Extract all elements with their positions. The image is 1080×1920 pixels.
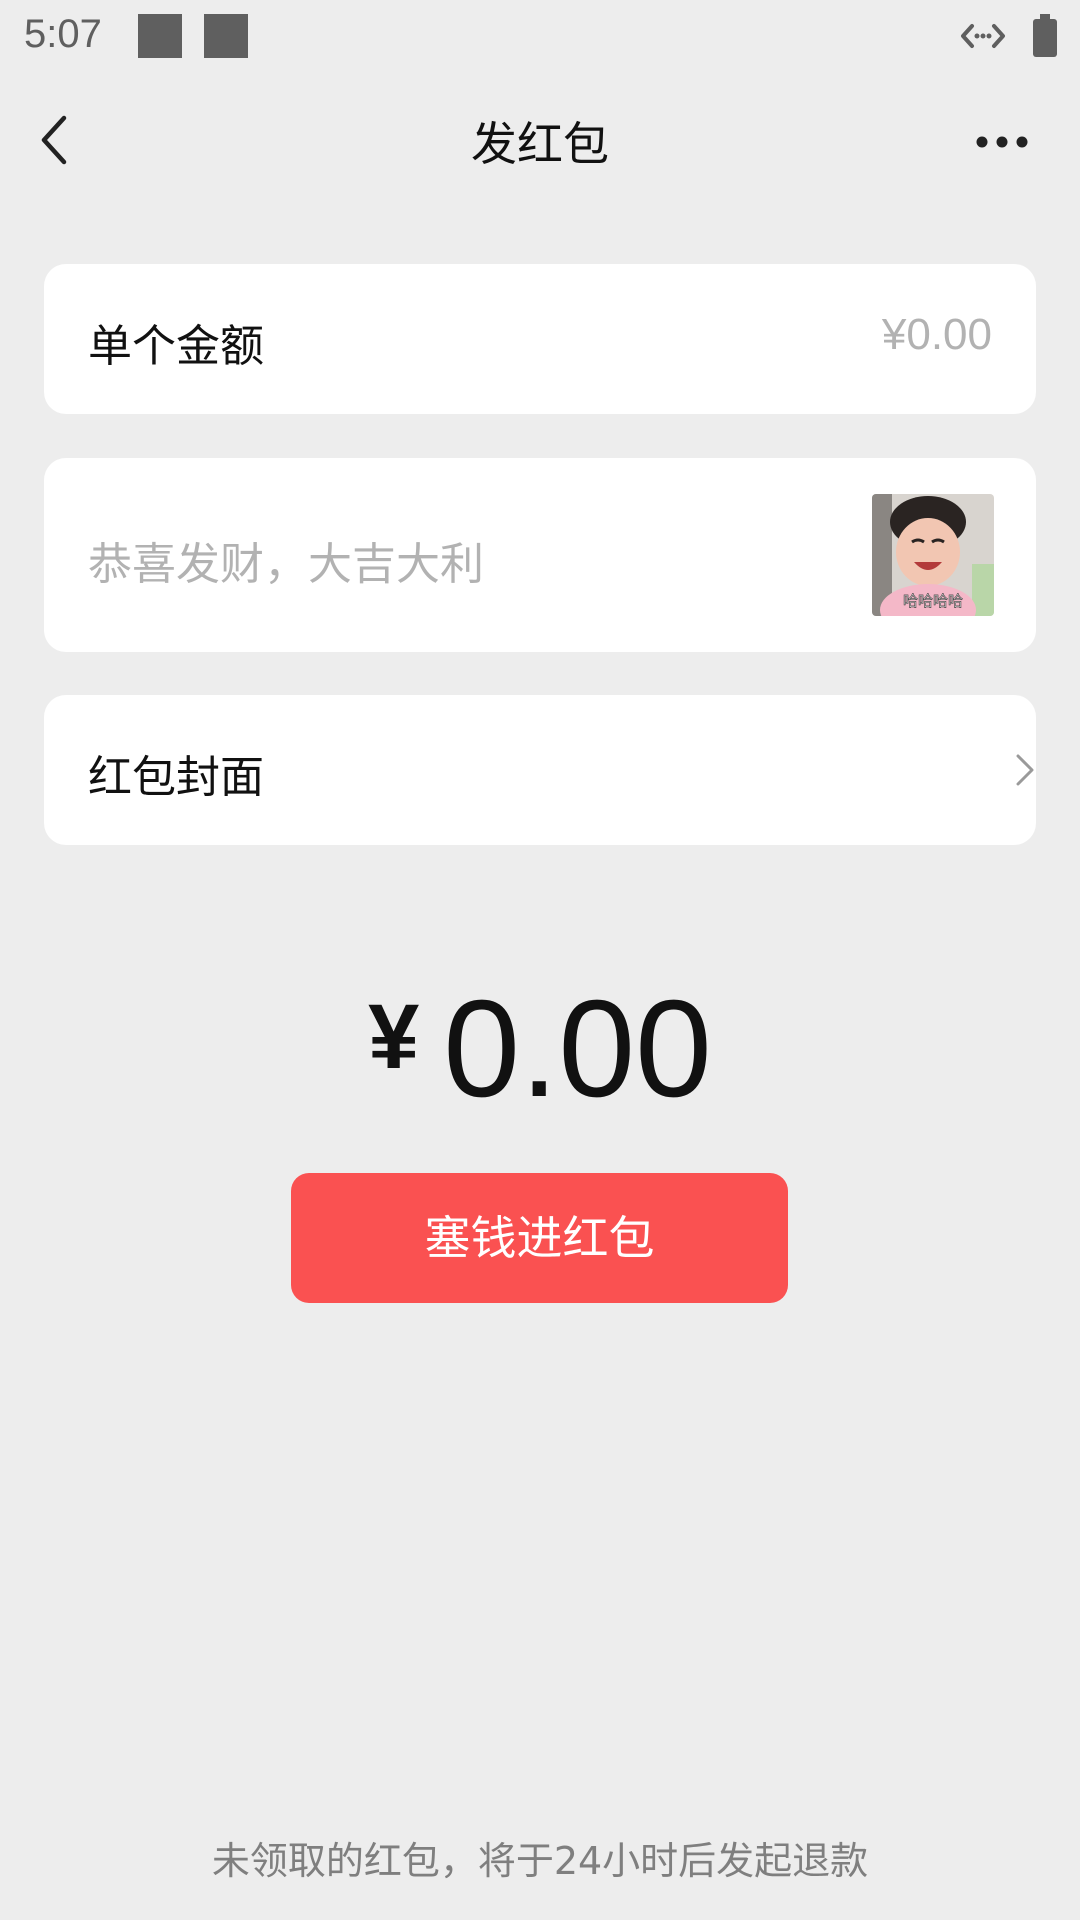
total-amount: ¥0.00 (0, 970, 1080, 1129)
cover-card[interactable]: 红包封面 (44, 695, 1036, 845)
greeting-card: 恭喜发财，大吉大利 哈哈哈哈 (44, 458, 1036, 652)
amount-input[interactable]: ¥0.00 (882, 310, 992, 360)
send-red-packet-button[interactable]: 塞钱进红包 (291, 1173, 788, 1303)
greeting-input[interactable]: 恭喜发财，大吉大利 (88, 528, 484, 592)
sticker-image: 哈哈哈哈 (872, 494, 994, 616)
total-value: 0.00 (443, 972, 712, 1126)
page-title: 发红包 (471, 117, 609, 171)
sticker-picker[interactable]: 哈哈哈哈 (872, 494, 994, 616)
amount-card: 单个金额 ¥0.00 (44, 264, 1036, 414)
data-transfer-icon (961, 24, 1005, 48)
cover-label: 红包封面 (88, 752, 264, 803)
battery-icon (1033, 14, 1057, 57)
status-bar: 5:07 (0, 0, 1080, 76)
status-time: 5:07 (24, 12, 102, 56)
sticker-caption: 哈哈哈哈 (903, 592, 963, 610)
amount-label: 单个金额 (88, 321, 264, 372)
notification-icon (204, 14, 248, 58)
title-bar: 发红包 (0, 96, 1080, 184)
refund-note: 未领取的红包，将于24小时后发起退款 (211, 1839, 869, 1883)
chevron-right-icon (1016, 754, 1034, 786)
notification-icon (138, 14, 182, 58)
total-currency: ¥ (368, 986, 420, 1088)
more-dots-icon[interactable] (972, 122, 1032, 162)
